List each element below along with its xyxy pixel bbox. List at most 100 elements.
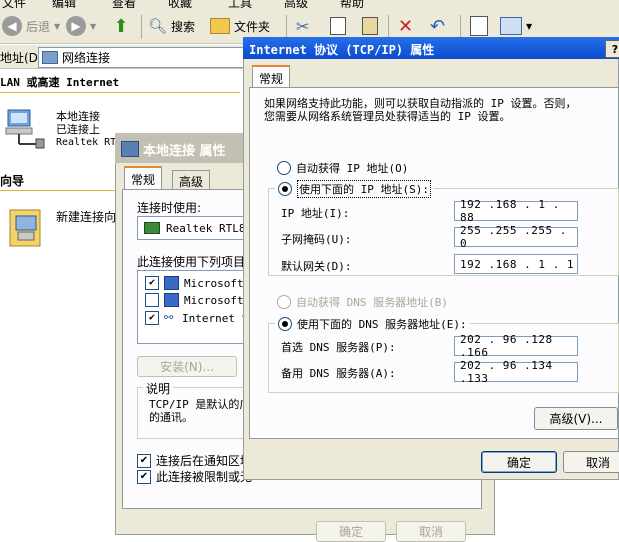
network-folder-icon <box>42 51 58 64</box>
connection-info[interactable]: 本地连接 已连接上 Realtek RTL <box>56 110 122 149</box>
preferred-dns-label: 首选 DNS 服务器(P): <box>281 341 396 354</box>
ip-address-label: IP 地址(I): <box>281 207 350 220</box>
new-connection-wizard-label[interactable]: 新建连接向 <box>56 208 116 225</box>
item-checkbox[interactable] <box>145 293 159 307</box>
chevron-down-icon: ▼ <box>526 21 533 31</box>
copy-icon <box>330 17 346 35</box>
views-button[interactable]: ▼ <box>500 14 532 38</box>
menu-file[interactable]: 文件 <box>2 0 26 8</box>
menu-advanced[interactable]: 高级 <box>284 0 308 8</box>
description-text: TCP/IP 是默认的广 的通讯。 <box>149 398 251 424</box>
cancel-button[interactable]: 取消 <box>563 451 619 473</box>
network-icon <box>121 141 139 157</box>
list-item[interactable]: Microsoft F <box>145 293 257 307</box>
section-divider <box>0 190 120 191</box>
menu-bar: 文件 编辑 查看 收藏 工具 高级 帮助 <box>0 0 619 8</box>
copy-to-button[interactable] <box>330 14 346 38</box>
connection-device: Realtek RTL <box>56 137 123 148</box>
undo-button[interactable]: ↶ <box>430 14 445 38</box>
ip-address-field[interactable]: 192 .168 . 1 . 88 <box>454 198 578 224</box>
menu-help[interactable]: 帮助 <box>340 0 364 8</box>
gateway-field[interactable]: 192 .168 . 1 . 1 <box>454 254 578 274</box>
help-button[interactable]: ? <box>605 40 619 58</box>
notify-checkbox[interactable]: ✔ <box>137 469 151 484</box>
auto-ip-option[interactable]: 自动获得 IP 地址(O) <box>277 160 408 176</box>
folders-button[interactable]: 文件夹 <box>210 14 270 38</box>
wizard-section-header: 向导 <box>0 174 25 188</box>
items-label: 此连接使用下列项目 <box>137 255 246 269</box>
manual-ip-radio[interactable] <box>278 182 292 196</box>
menu-tools[interactable]: 工具 <box>228 0 252 8</box>
preferred-dns-field[interactable]: 202 . 96 .128 .166 <box>454 333 578 359</box>
manual-dns-radio[interactable] <box>278 317 292 331</box>
advanced-button[interactable]: 高级(V)... <box>534 407 618 430</box>
menu-favorites[interactable]: 收藏 <box>168 0 192 8</box>
tab-advanced[interactable]: 高级 <box>172 170 211 191</box>
tab-general[interactable]: 常规 <box>124 166 163 190</box>
manual-ip-option[interactable]: 使用下面的 IP 地址(S): <box>275 180 434 198</box>
folder-icon <box>210 18 230 34</box>
up-folder-icon: ⬆ <box>113 15 129 37</box>
views-icon <box>500 17 522 35</box>
client-icon <box>164 276 179 290</box>
network-connection-icon[interactable] <box>4 106 48 152</box>
delete-x-icon: ✕ <box>398 15 414 37</box>
properties-icon <box>470 16 488 36</box>
list-item[interactable]: ✔ ⚯ Internet 协 <box>145 310 253 326</box>
properties-button[interactable] <box>470 14 488 38</box>
local-ok-button[interactable]: 确定 <box>316 521 386 542</box>
notify-checkbox-row[interactable]: ✔ 此连接被限制或无 <box>137 468 252 485</box>
paste-icon <box>362 17 378 35</box>
back-button[interactable]: ◀ 后退 ▼ <box>2 14 60 38</box>
auto-dns-option[interactable]: 自动获得 DNS 服务器地址(B) <box>277 294 448 310</box>
service-icon <box>164 293 179 307</box>
section-divider <box>0 92 240 93</box>
move-to-button[interactable]: ✂ <box>296 14 309 38</box>
network-card-icon <box>144 222 160 234</box>
menu-view[interactable]: 查看 <box>112 0 136 8</box>
tcpip-titlebar[interactable]: Internet 协议 (TCP/IP) 属性 ? <box>243 37 619 59</box>
install-button[interactable]: 安装(N)... <box>137 356 237 377</box>
new-connection-wizard-icon[interactable] <box>6 204 48 250</box>
subnet-mask-label: 子网掩码(U): <box>281 233 352 246</box>
alternate-dns-label: 备用 DNS 服务器(A): <box>281 367 396 380</box>
undo-icon: ↶ <box>430 15 446 37</box>
search-icon: 🔍︎ <box>148 17 168 35</box>
menu-edit[interactable]: 编辑 <box>52 0 76 8</box>
auto-ip-radio[interactable] <box>277 161 291 175</box>
chevron-down-icon: ▼ <box>90 21 97 31</box>
local-cancel-button[interactable]: 取消 <box>396 521 466 542</box>
item-checkbox[interactable]: ✔ <box>145 311 159 325</box>
subnet-mask-field[interactable]: 255 .255 .255 . 0 <box>454 224 578 250</box>
connect-using-label: 连接时使用: <box>137 201 202 215</box>
address-label: 地址(D) <box>0 51 43 65</box>
lan-section-header: LAN 或高速 Internet <box>0 76 120 89</box>
chevron-down-icon: ▼ <box>54 21 61 31</box>
forward-arrow-icon: ▶ <box>66 16 86 36</box>
alternate-dns-field[interactable]: 202 . 96 .134 .133 <box>454 359 578 385</box>
gateway-label: 默认网关(D): <box>281 260 352 273</box>
forward-button[interactable]: ▶ ▼ <box>66 14 96 38</box>
item-checkbox[interactable]: ✔ <box>145 276 159 290</box>
ok-button[interactable]: 确定 <box>481 451 557 473</box>
scissors-icon: ✂ <box>296 16 310 36</box>
protocol-icon: ⚯ <box>164 311 174 324</box>
description-title: 说明 <box>143 380 174 397</box>
up-folder-button[interactable]: ⬆ <box>110 14 132 38</box>
search-button[interactable]: 🔍︎ 搜索 <box>148 14 195 38</box>
connection-name: 本地连接 <box>56 110 100 123</box>
back-arrow-icon: ◀ <box>2 16 22 36</box>
address-input[interactable]: 网络连接 <box>38 47 263 68</box>
tab-general[interactable]: 常规 <box>252 65 291 89</box>
delete-button[interactable]: ✕ <box>398 14 413 38</box>
manual-dns-option[interactable]: 使用下面的 DNS 服务器地址(E): <box>275 316 470 332</box>
tcpip-title: Internet 协议 (TCP/IP) 属性 <box>249 43 435 57</box>
connection-status: 已连接上 <box>56 123 100 136</box>
tcpip-description: 如果网络支持此功能，则可以获取自动指派的 IP 设置。否则， 您需要从网络系统管… <box>264 97 577 123</box>
local-props-title: 本地连接 属性 <box>143 144 226 159</box>
show-icon-checkbox[interactable]: ✔ <box>137 453 151 468</box>
paste-button[interactable] <box>362 14 378 38</box>
list-item[interactable]: ✔ Microsoft F <box>145 276 257 290</box>
show-icon-checkbox-row[interactable]: ✔ 连接后在通知区域 <box>137 452 252 469</box>
auto-dns-radio[interactable] <box>277 295 291 309</box>
